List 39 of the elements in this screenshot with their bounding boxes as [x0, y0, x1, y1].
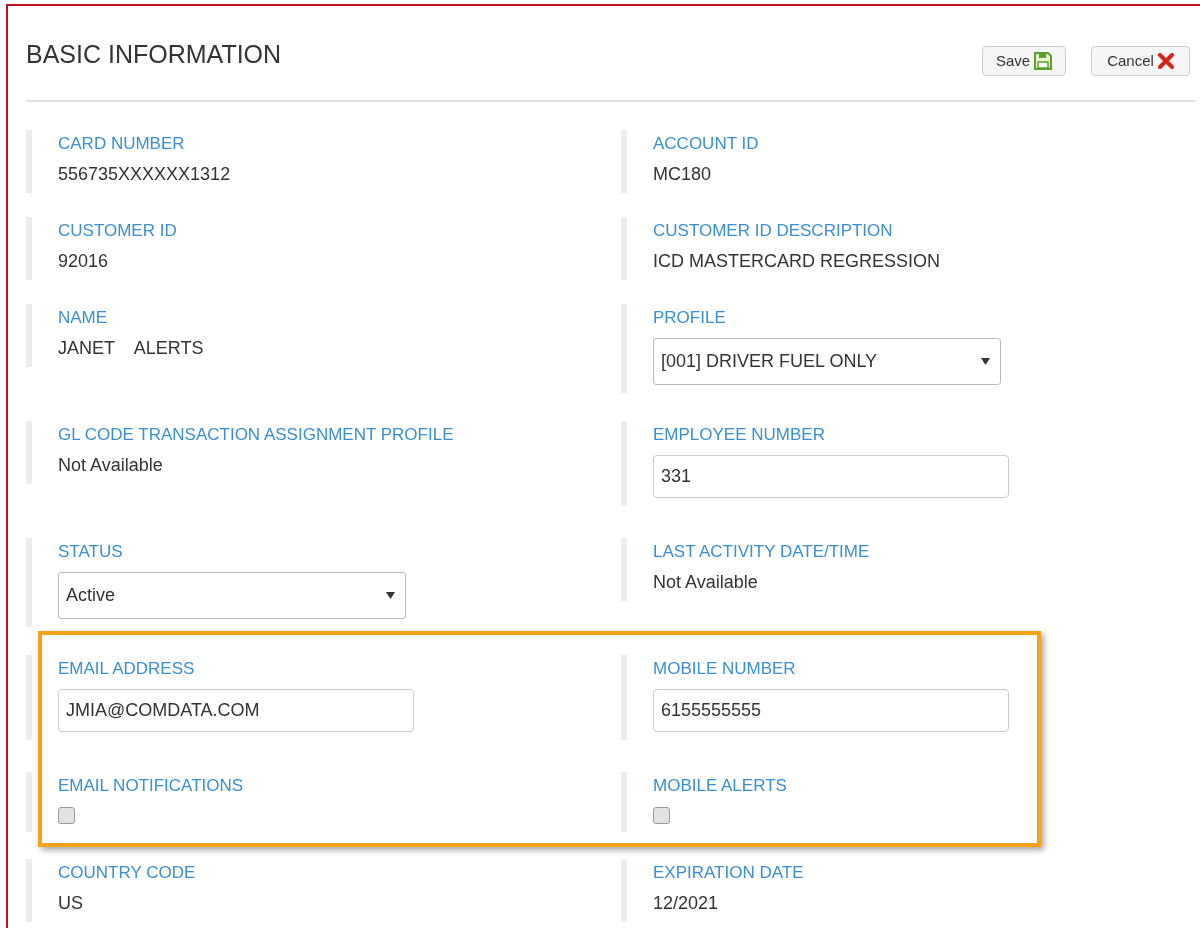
field-label: ACCOUNT ID — [653, 133, 759, 155]
field-label: NAME — [58, 307, 109, 329]
field-label: COUNTRY CODE — [58, 862, 196, 884]
input-field[interactable]: 331 — [653, 455, 1009, 498]
save-button[interactable]: Save — [982, 46, 1066, 76]
field-label: MOBILE NUMBER — [653, 658, 797, 680]
field-value: 92016 — [58, 250, 110, 272]
field-value: Not Available — [58, 454, 164, 476]
caret-icon — [981, 358, 990, 365]
dropdown[interactable]: Active — [58, 572, 406, 619]
field-label: CARD NUMBER — [58, 133, 186, 155]
field-value: JANET ALERTS — [58, 337, 204, 359]
dropdown[interactable]: [001] DRIVER FUEL ONLY — [653, 338, 1001, 385]
field-label: LAST ACTIVITY DATE/TIME — [653, 541, 870, 563]
field-value: Not Available — [653, 571, 759, 593]
field-label: EMAIL ADDRESS — [58, 658, 196, 680]
field-label: EMAIL NOTIFICATIONS — [58, 775, 244, 797]
input-field[interactable]: JMIA@COMDATA.COM — [58, 689, 414, 732]
field-label: CUSTOMER ID DESCRIPTION — [653, 220, 894, 242]
caret-icon — [386, 592, 395, 599]
cancel-button[interactable]: Cancel — [1091, 46, 1190, 76]
field-label: EMPLOYEE NUMBER — [653, 424, 826, 446]
field-value: US — [58, 892, 84, 914]
checkbox[interactable] — [653, 807, 670, 824]
field-value: MC180 — [653, 163, 713, 185]
field-value: ICD MASTERCARD REGRESSION — [653, 250, 941, 272]
field-label: PROFILE — [653, 307, 727, 329]
field-label: STATUS — [58, 541, 124, 563]
section-title: BASIC INFORMATION — [26, 42, 282, 67]
field-label: MOBILE ALERTS — [653, 775, 787, 797]
field-label: CUSTOMER ID — [58, 220, 177, 242]
field-label: GL CODE TRANSACTION ASSIGNMENT PROFILE — [58, 424, 454, 446]
field-value: 12/2021 — [653, 892, 720, 914]
input-field[interactable]: 6155555555 — [653, 689, 1009, 732]
field-label: EXPIRATION DATE — [653, 862, 804, 884]
save-icon — [1034, 52, 1053, 70]
field-value: 556735XXXXXX1312 — [58, 163, 231, 185]
checkbox[interactable] — [58, 807, 75, 824]
close-icon — [1157, 53, 1174, 69]
